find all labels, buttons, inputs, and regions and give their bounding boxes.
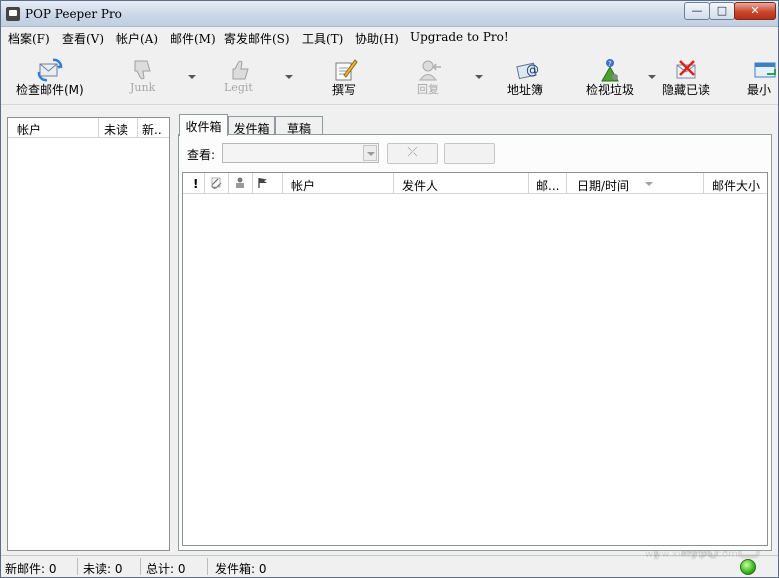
column-divider[interactable] [393, 173, 394, 193]
view-junk-icon: ? [601, 59, 619, 82]
title-bar[interactable]: POP Peeper Pro — □ ✕ [1, 1, 778, 27]
col-subject[interactable]: 邮... [536, 177, 559, 194]
col-size[interactable]: 邮件大小 [712, 177, 760, 194]
view-filter-label: 查看: [187, 148, 216, 162]
minimize-to-tray-button[interactable]: 最小 [741, 47, 778, 103]
hide-read-button[interactable]: 隐藏已读 [659, 47, 715, 103]
view-filter-select[interactable] [222, 143, 379, 163]
close-button[interactable]: ✕ [734, 2, 776, 20]
status-divider [77, 558, 78, 575]
filter-apply-button[interactable] [444, 143, 495, 164]
tab-outbox[interactable]: 发件箱 [228, 116, 275, 136]
reply-dropdown-arrow[interactable] [475, 75, 483, 79]
inbox-tab-content: 查看: ⤫ ! 帐户 发件人 邮... 日期/时间 邮件大小 [178, 134, 772, 551]
column-divider[interactable] [228, 173, 229, 193]
clear-filter-icon: ⤫ [407, 145, 418, 160]
attachment-icon[interactable] [210, 176, 222, 189]
view-junk-dropdown-arrow[interactable] [648, 75, 656, 79]
window-title: POP Peeper Pro [25, 7, 122, 21]
column-divider[interactable] [566, 173, 567, 193]
legit-label: Legit [224, 81, 253, 94]
view-junk-button[interactable]: ? 检视垃圾 [579, 47, 643, 103]
column-divider[interactable] [98, 118, 99, 137]
status-unread: 未读: 0 [83, 562, 123, 576]
message-list[interactable]: ! 帐户 发件人 邮... 日期/时间 邮件大小 [182, 172, 768, 546]
status-new-mail: 新邮件: 0 [5, 562, 57, 576]
address-book-icon: @ [516, 62, 539, 80]
check-mail-label: 检查邮件(M) [16, 83, 84, 97]
column-divider[interactable] [137, 118, 138, 137]
tab-drafts[interactable]: 草稿 [275, 116, 323, 136]
accounts-col-unread[interactable]: 未读 [104, 121, 128, 138]
thumbs-down-icon [134, 60, 151, 80]
junk-button[interactable]: Junk [113, 47, 173, 103]
view-junk-label: 检视垃圾 [586, 83, 635, 97]
menu-bar: 档案(F) 查看(V) 帐户(A) 邮件(M) 寄发邮件(S) 工具(T) 协助… [1, 27, 778, 47]
compose-icon [335, 59, 358, 81]
menu-send-mail[interactable]: 寄发邮件(S) [224, 30, 290, 47]
message-list-header: ! 帐户 发件人 邮... 日期/时间 邮件大小 [183, 173, 767, 194]
minimize-button[interactable]: — [684, 2, 710, 20]
menu-view[interactable]: 查看(V) [62, 30, 104, 47]
status-divider [207, 558, 208, 575]
chevron-down-icon[interactable] [363, 145, 377, 161]
menu-upgrade[interactable]: Upgrade to Pro! [410, 30, 509, 44]
col-account[interactable]: 帐户 [291, 177, 315, 194]
col-sender[interactable]: 发件人 [402, 177, 438, 194]
menu-tools[interactable]: 工具(T) [302, 30, 343, 47]
legit-dropdown-arrow[interactable] [285, 75, 293, 79]
reply-button[interactable]: 回复 [405, 47, 455, 103]
accounts-panel[interactable]: 帐户 未读 新.. [7, 117, 170, 551]
column-divider[interactable] [528, 173, 529, 193]
column-divider[interactable] [703, 173, 704, 193]
flag-icon[interactable] [257, 176, 269, 189]
address-book-label: 地址簿 [507, 83, 544, 97]
compose-label: 撰写 [332, 83, 357, 97]
check-mail-button[interactable]: 检查邮件(M) [7, 47, 87, 103]
junk-dropdown-arrow[interactable] [188, 75, 196, 79]
accounts-header: 帐户 未读 新.. [8, 118, 169, 138]
check-mail-icon [37, 58, 63, 82]
column-divider[interactable] [252, 173, 253, 193]
menu-mail[interactable]: 邮件(M) [170, 30, 216, 47]
menu-account[interactable]: 帐户(A) [116, 30, 158, 47]
reply-icon [419, 60, 441, 81]
minimize-tray-icon [754, 62, 776, 78]
legit-button[interactable]: Legit [211, 47, 271, 103]
hide-read-label: 隐藏已读 [662, 83, 711, 97]
accounts-col-account[interactable]: 帐户 [17, 121, 41, 138]
accounts-col-new[interactable]: 新.. [142, 121, 162, 138]
thumbs-up-icon [232, 60, 249, 80]
main-window: POP Peeper Pro — □ ✕ 档案(F) 查看(V) 帐户(A) 邮… [0, 0, 779, 578]
hide-read-icon [676, 60, 696, 79]
maximize-button[interactable]: □ [709, 2, 735, 20]
menu-help[interactable]: 协助(H) [355, 30, 399, 47]
address-book-button[interactable]: @ 地址簿 [498, 47, 558, 103]
menu-file[interactable]: 档案(F) [8, 30, 50, 47]
status-total: 总计: 0 [146, 562, 186, 576]
read-status-icon[interactable] [234, 176, 246, 189]
sort-descending-icon [645, 182, 653, 186]
reply-label: 回复 [417, 83, 439, 96]
column-divider[interactable] [204, 173, 205, 193]
app-icon [6, 7, 20, 21]
column-divider[interactable] [282, 173, 283, 193]
junk-label: Junk [130, 81, 156, 94]
toolbar: 检查邮件(M) Junk Legit 撰写 回复 @ 地址簿 ? 检视垃圾 隐藏… [1, 47, 778, 105]
clear-filter-button[interactable]: ⤫ [387, 143, 438, 164]
col-date-time[interactable]: 日期/时间 [577, 177, 629, 194]
status-outbox: 发件箱: 0 [215, 562, 267, 576]
minimize-tray-label: 最小 [747, 83, 772, 97]
svg-text:@: @ [526, 63, 539, 78]
col-priority[interactable]: ! [193, 177, 198, 191]
status-divider [140, 558, 141, 575]
compose-button[interactable]: 撰写 [317, 47, 373, 103]
tab-inbox[interactable]: 收件箱 [179, 114, 228, 136]
